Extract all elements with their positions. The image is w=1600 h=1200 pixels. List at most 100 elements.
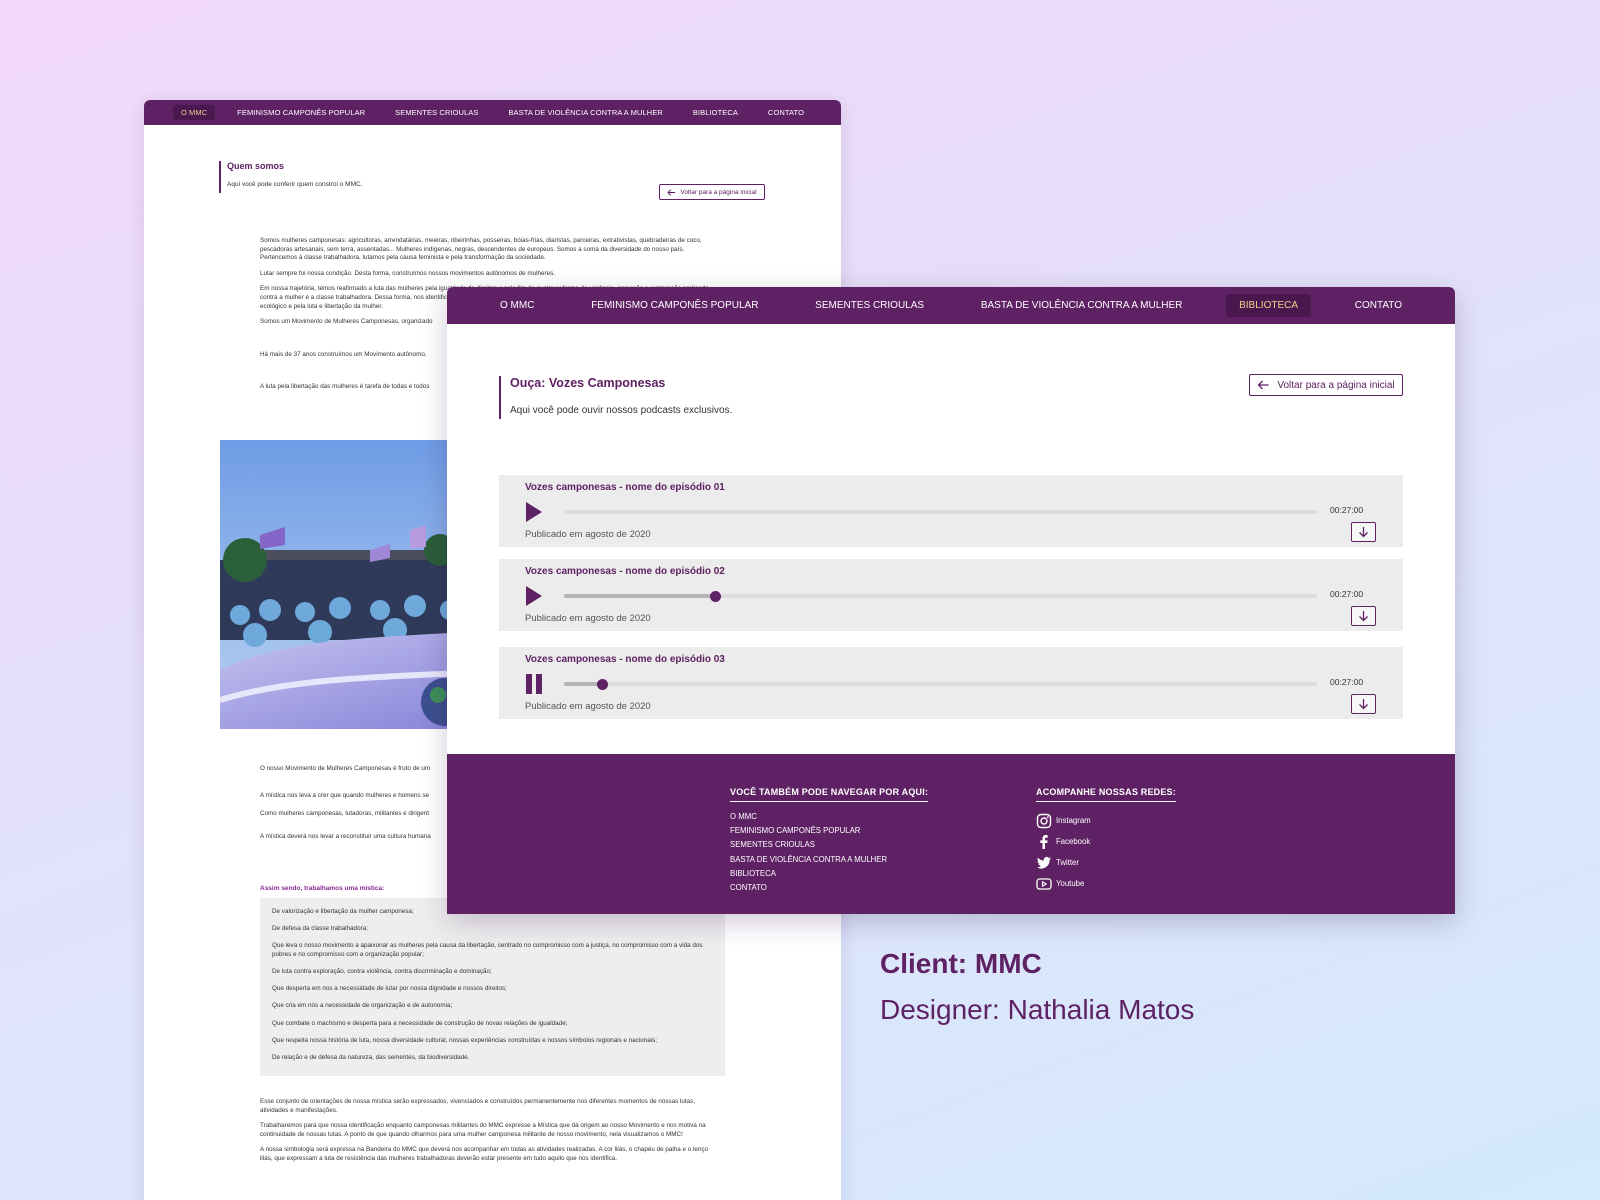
list-item: De defesa da classe trabalhadora;: [272, 925, 368, 933]
progress-slider[interactable]: [564, 510, 1317, 514]
pause-icon: [526, 674, 542, 694]
back-nav-item-feminismo[interactable]: FEMINISMO CAMPONÊS POPULAR: [229, 105, 373, 120]
footer-nav-heading: VOCÊ TAMBÉM PODE NAVEGAR POR AQUI:: [730, 787, 929, 802]
facebook-icon: [1040, 834, 1048, 849]
back-home-button-label: Voltar para a página inicial: [680, 188, 757, 196]
nav-item-ommc[interactable]: O MMC: [487, 294, 547, 317]
back-nav-item-contato[interactable]: CONTATO: [760, 105, 812, 120]
list-item: Que respeita nossa história de luta, nos…: [272, 1036, 658, 1044]
episode-duration: 00:27:00: [1330, 677, 1364, 687]
download-icon: [1359, 527, 1368, 538]
social-link-facebook[interactable]: Facebook: [1036, 831, 1176, 852]
back-nav-item-ommc[interactable]: O MMC: [172, 105, 216, 120]
episode-published-date: Publicado em agosto de 2020: [525, 613, 651, 624]
footer-link-ommc[interactable]: O MMC: [730, 810, 928, 824]
client-credit: Client: MMC: [880, 948, 1042, 979]
nav-item-feminismo[interactable]: FEMINISMO CAMPONÊS POPULAR: [578, 294, 771, 317]
list-item: Que cria em nós a necessidade de organiz…: [272, 1002, 453, 1010]
footer-link-basta[interactable]: BASTA DE VIOLÊNCIA CONTRA A MULHER: [730, 853, 928, 867]
episode-card: Vozes camponesas - nome do episódio 01 0…: [499, 475, 1403, 547]
back-page-header: Quem somos Aqui você pode conferir quem …: [219, 161, 362, 193]
social-link-twitter[interactable]: Twitter: [1036, 852, 1176, 873]
episode-title: Vozes camponesas - nome do episódio 01: [525, 482, 725, 493]
social-label: Facebook: [1056, 837, 1091, 846]
download-icon: [1359, 611, 1368, 622]
twitter-icon: [1037, 856, 1051, 868]
back-to-home-button[interactable]: Voltar para a página inicial: [1249, 374, 1403, 396]
download-button[interactable]: [1351, 694, 1376, 714]
social-link-youtube[interactable]: Youtube: [1036, 873, 1176, 894]
back-paragraph: Lutar sempre foi nossa condição. Desta f…: [260, 269, 556, 277]
back-closing-text: Esse conjunto de orientações de nossa mí…: [260, 1098, 721, 1171]
nav-item-biblioteca[interactable]: BIBLIOTECA: [1226, 294, 1312, 317]
back-page-subtitle: Aqui você pode conferir quem constroi o …: [227, 181, 363, 188]
episode-title: Vozes camponesas - nome do episódio 03: [525, 654, 725, 665]
download-button[interactable]: [1351, 522, 1376, 542]
back-page-title: Quem somos: [227, 161, 285, 171]
page-title: Ouça: Vozes Camponesas: [510, 376, 666, 390]
episode-card: Vozes camponesas - nome do episódio 02 0…: [499, 559, 1403, 631]
progress-handle[interactable]: [596, 679, 608, 690]
play-icon: [526, 586, 542, 606]
nav-item-sementes[interactable]: SEMENTES CRIOULAS: [802, 294, 937, 317]
back-home-button[interactable]: Voltar para a página inicial: [659, 184, 765, 200]
download-button[interactable]: [1351, 606, 1376, 626]
back-nav-item-basta[interactable]: BASTA DE VIOLÊNCIA CONTRA A MULHER: [500, 105, 671, 120]
back-paragraph: Trabalharemos para que nossa identificaç…: [260, 1122, 706, 1138]
episode-duration: 00:27:00: [1330, 589, 1364, 599]
back-paragraph: Somos mulheres camponesas: agricultoras,…: [260, 237, 702, 262]
footer-social-column: ACOMPANHE NOSSAS REDES: Instagram Facebo…: [1036, 782, 1176, 894]
arrow-left-icon: [667, 188, 676, 196]
progress-slider[interactable]: [564, 591, 1317, 602]
footer-link-sementes[interactable]: SEMENTES CRIOULAS: [730, 838, 928, 852]
page-subtitle: Aqui você pode ouvir nossos podcasts exc…: [510, 405, 733, 416]
progress-slider[interactable]: [564, 679, 1317, 690]
back-to-home-label: Voltar para a página inicial: [1277, 379, 1395, 391]
footer-social-heading: ACOMPANHE NOSSAS REDES:: [1036, 787, 1176, 802]
list-item: Que leva o nosso movimento a apaixonar a…: [272, 942, 703, 958]
back-paragraph: A nossa simbologia será expressa na Band…: [260, 1146, 709, 1162]
footer-nav-column: VOCÊ TAMBÉM PODE NAVEGAR POR AQUI: O MMC…: [730, 782, 929, 895]
footer-link-feminismo[interactable]: FEMINISMO CAMPONÊS POPULAR: [730, 824, 928, 838]
back-paragraph: Esse conjunto de orientações de nossa mí…: [260, 1098, 696, 1114]
list-item: Que combate o machismo e desperta para a…: [272, 1019, 568, 1027]
mistica-list: De valorização e libertação da mulher ca…: [260, 898, 725, 1076]
podcast-header: Ouça: Vozes Camponesas Aqui você pode ou…: [499, 376, 732, 419]
instagram-icon: [1036, 813, 1052, 828]
arrow-left-icon: [1257, 380, 1269, 390]
mistica-list-label: Assim sendo, trabalhamos uma mística:: [260, 885, 385, 892]
social-label: Youtube: [1056, 879, 1085, 888]
progress-fill: [564, 594, 715, 598]
back-nav-item-biblioteca[interactable]: BIBLIOTECA: [685, 105, 746, 120]
footer-link-biblioteca[interactable]: BIBLIOTECA: [730, 867, 928, 881]
list-item: De luta contra exploração, contra violên…: [272, 968, 492, 976]
front-nav-bar: O MMC FEMINISMO CAMPONÊS POPULAR SEMENTE…: [447, 287, 1455, 324]
social-label: Twitter: [1056, 858, 1079, 867]
play-icon: [526, 502, 542, 522]
back-nav-bar: O MMC FEMINISMO CAMPONÊS POPULAR SEMENTE…: [144, 100, 841, 125]
progress-fill: [564, 682, 602, 686]
list-item: De relação e de defesa da natureza, das …: [272, 1054, 470, 1062]
play-button[interactable]: [525, 501, 543, 523]
front-window: O MMC FEMINISMO CAMPONÊS POPULAR SEMENTE…: [447, 287, 1455, 914]
episode-published-date: Publicado em agosto de 2020: [525, 529, 651, 540]
episode-duration: 00:27:00: [1330, 505, 1364, 515]
pause-button[interactable]: [525, 673, 543, 695]
footer-link-contato[interactable]: CONTATO: [730, 881, 928, 895]
play-button[interactable]: [525, 585, 543, 607]
episode-published-date: Publicado em agosto de 2020: [525, 701, 651, 712]
social-label: Instagram: [1056, 816, 1091, 825]
download-icon: [1359, 699, 1368, 710]
progress-handle[interactable]: [709, 591, 721, 602]
back-nav-item-sementes[interactable]: SEMENTES CRIOULAS: [387, 105, 486, 120]
youtube-icon: [1036, 877, 1052, 890]
site-footer: VOCÊ TAMBÉM PODE NAVEGAR POR AQUI: O MMC…: [447, 754, 1455, 914]
episode-title: Vozes camponesas - nome do episódio 02: [525, 566, 725, 577]
nav-item-basta[interactable]: BASTA DE VIOLÊNCIA CONTRA A MULHER: [968, 294, 1196, 317]
podcast-page: Ouça: Vozes Camponesas Aqui você pode ou…: [447, 324, 1455, 790]
social-link-instagram[interactable]: Instagram: [1036, 810, 1176, 831]
episode-card: Vozes camponesas - nome do episódio 03 0…: [499, 647, 1403, 719]
designer-credit: Designer: Nathalia Matos: [880, 994, 1195, 1025]
list-item: Que desperta em nos a necessidade de lut…: [272, 985, 507, 993]
nav-item-contato[interactable]: CONTATO: [1342, 294, 1415, 317]
